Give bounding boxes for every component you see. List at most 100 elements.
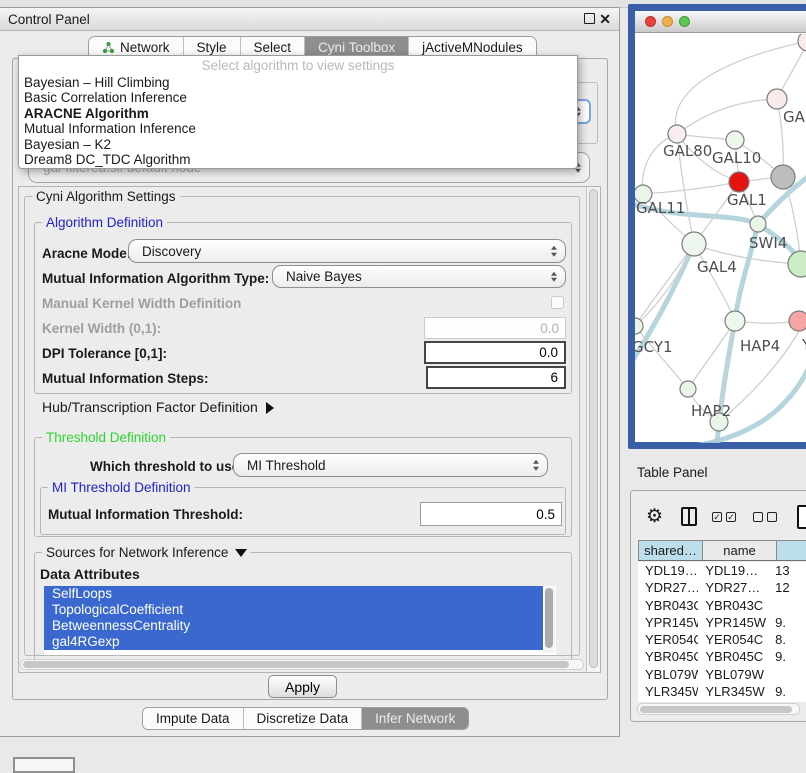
network-node-pink-right[interactable] (789, 311, 806, 331)
table-row[interactable]: YBL079WYBL079W (638, 666, 806, 683)
select-all-checkbox-icon[interactable]: ✓ (726, 512, 736, 522)
table-cell (768, 666, 806, 683)
network-node-hap4[interactable] (725, 311, 745, 331)
network-node-gal10[interactable] (726, 131, 744, 149)
gear-icon[interactable]: ⚙ (646, 507, 663, 526)
table-header-col-2[interactable] (776, 541, 806, 560)
deselect-all-checkbox-icon[interactable] (767, 512, 777, 522)
data-attribute-item-topologicalcoefficient[interactable]: TopologicalCoefficient (44, 602, 543, 618)
network-node-label-swi4: SWI4 (749, 234, 787, 252)
expand-right-icon (266, 402, 274, 414)
tab-label: jActiveMNodules (422, 40, 523, 55)
table-row[interactable]: YER054CYER054C8. (638, 631, 806, 648)
table-cell: YDL19… (638, 562, 698, 579)
settings-vertical-scrollbar[interactable] (586, 187, 600, 672)
table-header-shared[interactable]: shared… (638, 541, 702, 560)
mi-algorithm-type-combobox[interactable]: Naive Bayes (272, 265, 566, 288)
network-canvas[interactable]: GALGAL80GAL10GAL1GAL11SWI4GAL4GCY1HAP4YH… (635, 34, 806, 443)
network-edge (677, 99, 777, 134)
tab-bottom-discretize-data[interactable]: Discretize Data (243, 708, 362, 729)
algorithm-option-dream8-dc-tdc-algorithm[interactable]: Dream8 DC_TDC Algorithm (19, 152, 577, 167)
table-cell: 9. (768, 700, 806, 702)
table-row[interactable]: YLR345WYLR345W9. (638, 683, 806, 700)
zoom-traffic-light[interactable] (679, 16, 690, 27)
dpi-tolerance-input[interactable] (424, 341, 566, 364)
mi-threshold-input[interactable] (420, 502, 562, 526)
control-panel-title: Control Panel (8, 12, 90, 27)
table-row[interactable]: YBR045CYBR045C9. (638, 648, 806, 665)
network-node-green-right[interactable] (788, 251, 806, 277)
table-horizontal-scrollbar[interactable] (637, 703, 800, 715)
deselect-all-checkbox-icon[interactable] (753, 512, 763, 522)
table-row[interactable]: YDR27…YDR27…12 (638, 579, 806, 596)
table-header-name[interactable]: name (702, 541, 776, 560)
table-cell: 8. (768, 631, 806, 648)
scrollbar-thumb[interactable] (640, 706, 792, 713)
network-node-swi4[interactable] (750, 216, 766, 232)
table-cell: YER054C (638, 631, 698, 648)
mi-algorithm-type-value: Naive Bayes (286, 269, 362, 284)
manual-kernel-width-checkbox[interactable] (551, 296, 564, 309)
data-attribute-item-gal4rgexp[interactable]: gal4RGexp (44, 634, 543, 650)
bottom-tabbar: Impute Data Discretize Data Infer Network (142, 707, 469, 730)
hub-definition-expander[interactable]: Hub/Transcription Factor Definition (42, 399, 274, 415)
control-panel-titlebar[interactable]: Control Panel ✕ (0, 8, 619, 31)
settings-horizontal-scrollbar[interactable] (20, 659, 584, 670)
close-traffic-light[interactable] (645, 16, 656, 27)
table-body: YDL19…YDL19…13YDR27…YDR27…12YBR043CYBR04… (638, 562, 806, 702)
network-node-pink-top[interactable] (767, 89, 787, 109)
table-cell: 12 (768, 579, 806, 596)
network-node-label-gal1: GAL1 (727, 191, 767, 209)
table-cell: 9. (768, 614, 806, 631)
data-attribute-item-selfloops[interactable]: SelfLoops (44, 586, 543, 602)
network-window-titlebar[interactable] (635, 11, 806, 33)
tab-bottom-impute-data[interactable]: Impute Data (143, 708, 243, 729)
table-row[interactable]: YIL052CYIL052C9. (638, 700, 806, 702)
minimize-traffic-light[interactable] (662, 16, 673, 27)
table-cell: YIL052C (698, 700, 768, 702)
which-threshold-combobox[interactable]: MI Threshold (233, 453, 548, 477)
algorithm-option-aracne-algorithm[interactable]: ARACNE Algorithm (19, 106, 577, 121)
select-all-checkbox-icon[interactable]: ✓ (712, 512, 722, 522)
network-node-label-gal80: GAL80 (663, 142, 712, 160)
scrollbar-thumb[interactable] (589, 189, 598, 668)
network-node-gal1[interactable] (729, 172, 749, 192)
apply-button[interactable]: Apply (268, 675, 337, 698)
export-table-icon[interactable] (797, 505, 806, 529)
algorithm-option-bayesian-hill-climbing[interactable]: Bayesian – Hill Climbing (19, 75, 577, 90)
network-node-gal80[interactable] (668, 125, 686, 143)
network-node-top-right[interactable] (798, 34, 806, 51)
close-icon[interactable]: ✕ (599, 13, 611, 25)
network-view-window[interactable]: GALGAL80GAL10GAL1GAL11SWI4GAL4GCY1HAP4YH… (628, 4, 806, 449)
tab-label: Cyni Toolbox (318, 40, 395, 55)
table-row[interactable]: YPR145WYPR145W9. (638, 614, 806, 631)
table-cell: YBL079W (698, 666, 768, 683)
network-node-label-gal11: GAL11 (636, 199, 685, 217)
network-node-label-hap2: HAP2 (691, 402, 731, 420)
algorithm-option-basic-correlation-inference[interactable]: Basic Correlation Inference (19, 90, 577, 105)
mi-threshold-label: Mutual Information Threshold: (48, 507, 243, 522)
list-vertical-scrollbar[interactable] (544, 587, 555, 653)
data-attribute-item-betweennesscentrality[interactable]: BetweennessCentrality (44, 618, 543, 634)
table-cell: YBR043C (638, 597, 698, 614)
network-node-gray[interactable] (771, 165, 795, 189)
mi-steps-input[interactable] (426, 366, 566, 389)
tab-bottom-infer-network[interactable]: Infer Network (361, 708, 468, 729)
scrollbar-thumb[interactable] (545, 588, 553, 648)
table-row[interactable]: YDL19…YDL19…13 (638, 562, 806, 579)
data-attributes-list[interactable]: SelfLoopsTopologicalCoefficientBetweenne… (44, 586, 556, 655)
network-node-gal4[interactable] (682, 232, 706, 256)
float-window-icon[interactable] (584, 13, 595, 24)
column-layout-icon[interactable] (681, 507, 697, 526)
aracne-mode-combobox[interactable]: Discovery (128, 239, 566, 263)
network-node-hap2[interactable] (680, 381, 696, 397)
algorithm-option-bayesian-k2[interactable]: Bayesian – K2 (19, 137, 577, 152)
tab-label: Discretize Data (257, 711, 349, 726)
network-node-label-gcy1: GCY1 (635, 338, 673, 356)
table-row[interactable]: YBR043CYBR043C (638, 597, 806, 614)
table-cell: YDR27… (638, 579, 698, 596)
algorithm-definition-title: Algorithm Definition (42, 215, 167, 230)
kernel-width-input[interactable] (424, 317, 566, 339)
scrollbar-thumb[interactable] (23, 661, 569, 668)
algorithm-option-mutual-information-inference[interactable]: Mutual Information Inference (19, 121, 577, 136)
